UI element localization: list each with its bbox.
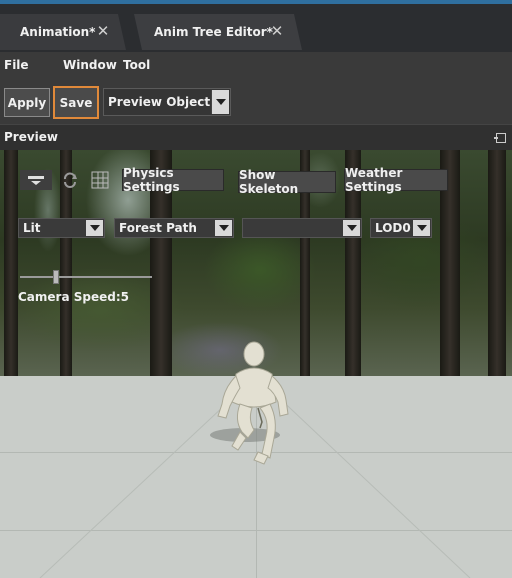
close-icon[interactable]: ✕: [270, 24, 284, 39]
preview-panel-header: Preview: [0, 124, 512, 150]
tab-label: Anim Tree Editor*: [154, 25, 273, 39]
apply-button[interactable]: Apply: [4, 88, 50, 117]
menu-tool[interactable]: Tool: [123, 58, 150, 72]
lod-dropdown[interactable]: LOD0: [370, 218, 432, 238]
tree-trunk: [4, 150, 18, 376]
camera-speed-slider-track[interactable]: [20, 276, 152, 278]
weather-settings-button[interactable]: Weather Settings: [344, 166, 448, 194]
tab-anim-tree-editor[interactable]: Anim Tree Editor* ✕: [134, 14, 302, 50]
tab-bar: Animation* ✕ Anim Tree Editor* ✕: [0, 0, 512, 52]
chevron-down-icon[interactable]: [215, 220, 232, 236]
empty-dropdown[interactable]: [242, 218, 362, 238]
close-icon[interactable]: ✕: [96, 24, 110, 39]
preview-viewport[interactable]: Physics Settings Show Skeleton Weather S…: [0, 150, 512, 578]
tab-animation[interactable]: Animation* ✕: [0, 14, 126, 50]
menu-file[interactable]: File: [4, 58, 29, 72]
save-button[interactable]: Save: [53, 86, 99, 119]
environment-dropdown[interactable]: Forest Path: [114, 218, 234, 238]
lighting-mode-value: Lit: [23, 221, 41, 235]
panel-title: Preview: [4, 130, 59, 144]
chevron-down-icon[interactable]: [86, 220, 103, 236]
chevron-down-icon[interactable]: [211, 90, 229, 114]
pin-icon[interactable]: [494, 133, 506, 143]
preview-object-value: Preview Object: [108, 95, 211, 109]
window-accent-bar: [0, 0, 512, 4]
physics-settings-button[interactable]: Physics Settings: [122, 166, 224, 194]
menu-window[interactable]: Window: [63, 58, 117, 72]
grid-icon[interactable]: [90, 170, 110, 190]
lighting-mode-dropdown[interactable]: Lit: [18, 218, 105, 238]
lod-value: LOD0: [375, 221, 411, 235]
preview-object-dropdown[interactable]: Preview Object: [103, 88, 231, 116]
menu-icon[interactable]: [20, 170, 52, 190]
menu-bar: File Window Tool: [0, 52, 512, 78]
character-model: [217, 341, 289, 465]
chevron-down-icon[interactable]: [343, 220, 360, 236]
chevron-down-icon[interactable]: [413, 220, 430, 236]
environment-value: Forest Path: [119, 221, 197, 235]
show-skeleton-button[interactable]: Show Skeleton: [238, 168, 336, 196]
toolbar: Apply Save Preview Object: [0, 78, 512, 124]
camera-speed-slider-handle[interactable]: [53, 270, 59, 284]
tree-trunk: [488, 150, 506, 376]
tab-label: Animation*: [20, 25, 96, 39]
refresh-icon[interactable]: [60, 170, 80, 190]
camera-speed-label: Camera Speed:5: [18, 290, 129, 304]
